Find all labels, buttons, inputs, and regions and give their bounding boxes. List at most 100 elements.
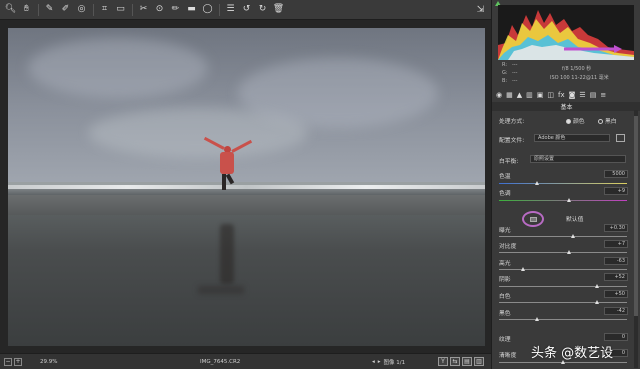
radial-filter-icon[interactable]: ◯ — [201, 3, 214, 16]
jumping-person — [200, 136, 256, 214]
red-eye-icon[interactable]: ⊙ — [153, 3, 166, 16]
auto-icon — [530, 217, 537, 222]
view-tools: Y ⇆ ▤ ▥ — [438, 357, 484, 366]
profile-browser-icon[interactable] — [616, 134, 625, 142]
filename: IMG_7645.CR2 — [200, 358, 241, 365]
straighten-icon[interactable]: ▭ — [114, 3, 127, 16]
default-link[interactable]: 默认值 — [566, 214, 583, 223]
image-canvas[interactable] — [0, 20, 491, 353]
tab-basic-icon[interactable]: ◉ — [496, 91, 502, 99]
temp-value[interactable]: 5000 — [604, 170, 628, 178]
contrast-slider[interactable] — [499, 250, 627, 254]
shadow-clip-icon[interactable] — [497, 2, 502, 7]
hand-icon[interactable]: ✋︎ — [20, 3, 33, 16]
status-bar: − + 29.9% IMG_7645.CR2 ◂ ▸ 图像 1/1 Y ⇆ ▤ … — [0, 353, 491, 369]
exif-info: R: --- G: --- B: --- f/8 1/500 秒 ISO 100… — [502, 62, 632, 88]
profile-label: 配置文件: — [499, 138, 525, 144]
target-adjust-icon[interactable]: ◎ — [75, 3, 88, 16]
swap-button[interactable]: ⇆ — [450, 357, 460, 366]
trash-icon[interactable]: 🗑︎ — [272, 3, 285, 16]
b-label: B: — [502, 78, 508, 84]
panel-scrollbar[interactable] — [634, 110, 638, 368]
shadows-slider[interactable] — [499, 284, 627, 288]
zoom-out-button[interactable]: − — [4, 357, 12, 366]
toolbar-divider — [38, 3, 39, 16]
toolbar-divider — [132, 3, 133, 16]
whites-value[interactable]: +50 — [604, 290, 628, 298]
radio-selected-icon — [566, 119, 571, 124]
top-toolbar: 🔍︎ ✋︎ ✎ ✐ ◎ ⌗ ▭ ✂ ⊙ ✏ ▬ ◯ ☰ ↺ ↻ 🗑︎ ⇲ — [0, 0, 491, 20]
highlights-slider[interactable] — [499, 267, 627, 271]
texture-value[interactable]: 0 — [604, 333, 628, 341]
prev-arrow-icon[interactable]: ◂ — [372, 359, 375, 365]
reflection — [220, 224, 234, 284]
next-arrow-icon[interactable]: ▸ — [378, 359, 381, 365]
preferences-icon[interactable]: ☰ — [224, 3, 237, 16]
before-after-button[interactable]: Y — [438, 357, 448, 366]
copy-settings-button[interactable]: ▤ — [462, 357, 472, 366]
section-title: 基本 — [492, 102, 640, 111]
contrast-value[interactable]: +7 — [604, 240, 628, 248]
graduated-filter-icon[interactable]: ▬ — [185, 3, 198, 16]
panel-tabs: ◉ ▦ ▲ ▥ ▣ ◫ fx ◙ ☰ ▤ ≡ — [496, 90, 636, 100]
exif-iso-lens: ISO 100 11-22@11 毫米 — [550, 75, 609, 81]
treatment-label: 处理方式: — [499, 119, 525, 125]
clarity-slider[interactable] — [499, 360, 627, 364]
profile-dropdown[interactable]: Adobe 颜色 — [534, 134, 610, 142]
exposure-value[interactable]: +0.30 — [604, 224, 628, 232]
auto-button[interactable] — [522, 211, 544, 227]
toggle-view-button[interactable]: ▥ — [474, 357, 484, 366]
tab-detail-icon[interactable]: ▲ — [517, 91, 522, 99]
blacks-label: 黑色 — [499, 311, 511, 317]
zoom-icon[interactable]: 🔍︎ — [4, 3, 17, 16]
b-value: --- — [512, 78, 518, 84]
watermark: 头条 @数艺设 — [531, 346, 614, 361]
exposure-slider[interactable] — [499, 234, 627, 238]
crop-icon[interactable]: ⌗ — [98, 3, 111, 16]
image-counter: 图像 1/1 — [383, 359, 406, 366]
spot-removal-icon[interactable]: ✂ — [137, 3, 150, 16]
panel-menu-icon[interactable]: ≡ — [600, 91, 606, 99]
zoom-in-button[interactable]: + — [14, 357, 22, 366]
tint-slider[interactable] — [499, 198, 627, 202]
shadows-value[interactable]: +52 — [604, 273, 628, 281]
export-icon[interactable]: ⇲ — [474, 3, 487, 16]
exposure-label: 曝光 — [499, 228, 511, 234]
wb-value: 原照设置 — [534, 156, 555, 162]
radio-icon — [598, 119, 603, 124]
r-value: --- — [512, 62, 518, 68]
blacks-slider[interactable] — [499, 317, 627, 321]
wb-label: 白平衡: — [499, 159, 519, 165]
adjustment-panel: R: --- G: --- B: --- f/8 1/500 秒 ISO 100… — [491, 0, 640, 369]
tab-split-toning-icon[interactable]: ▣ — [537, 91, 544, 99]
tint-value[interactable]: +9 — [604, 187, 628, 195]
tab-calibration-icon[interactable]: ◙ — [569, 91, 576, 99]
temp-slider[interactable] — [499, 181, 627, 185]
treatment-bw-radio[interactable]: 黑白 — [598, 116, 617, 125]
temp-label: 色温 — [499, 174, 511, 180]
tab-presets-icon[interactable]: ☰ — [579, 91, 585, 99]
tab-effects-icon[interactable]: fx — [558, 91, 565, 99]
tab-hsl-icon[interactable]: ▥ — [526, 91, 533, 99]
whites-slider[interactable] — [499, 300, 627, 304]
g-label: G: — [502, 70, 508, 76]
g-value: --- — [512, 70, 518, 76]
exif-aperture-shutter: f/8 1/500 秒 — [562, 66, 592, 72]
adjustment-brush-icon[interactable]: ✏ — [169, 3, 182, 16]
highlights-value[interactable]: -63 — [604, 257, 628, 265]
toolbar-divider — [219, 3, 220, 16]
blacks-value[interactable]: -42 — [604, 307, 628, 315]
tint-label: 色调 — [499, 191, 511, 197]
treatment-color-radio[interactable]: 颜色 — [566, 116, 585, 125]
rotate-left-icon[interactable]: ↺ — [240, 3, 253, 16]
texture-label: 纹理 — [499, 337, 511, 343]
rotate-right-icon[interactable]: ↻ — [256, 3, 269, 16]
wb-dropdown[interactable]: 原照设置 — [530, 155, 626, 163]
tab-curve-icon[interactable]: ▦ — [506, 91, 513, 99]
tab-snapshots-icon[interactable]: ▤ — [590, 91, 597, 99]
treatment-color-label: 颜色 — [573, 119, 585, 125]
tab-lens-icon[interactable]: ◫ — [547, 91, 554, 99]
zoom-level[interactable]: 29.9% — [40, 359, 57, 365]
eyedropper-icon[interactable]: ✎ — [43, 3, 56, 16]
color-sampler-icon[interactable]: ✐ — [59, 3, 72, 16]
